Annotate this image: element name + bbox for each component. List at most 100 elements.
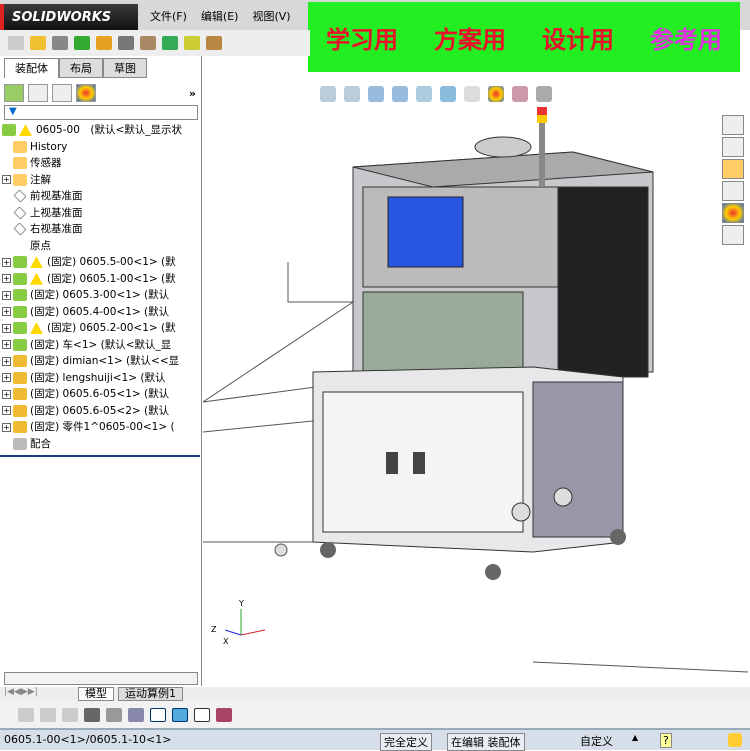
paperclip-icon[interactable] xyxy=(52,36,68,50)
tree-item[interactable]: + (固定) 零件1^0605-00<1> ( xyxy=(2,419,200,436)
expand-icon[interactable]: + xyxy=(2,356,11,366)
filter-field[interactable]: ▼ xyxy=(4,105,198,120)
tree-item[interactable]: 右视基准面 xyxy=(2,221,200,238)
view-settings-icon[interactable] xyxy=(536,86,552,102)
tree-item[interactable]: + (固定) 0605.2-00<1> (默 xyxy=(2,320,200,337)
explode-icon[interactable] xyxy=(184,36,200,50)
design-library-icon[interactable] xyxy=(722,137,744,157)
mate-icon[interactable] xyxy=(118,36,134,50)
graphics-area[interactable]: Y X Z xyxy=(202,72,749,686)
expand-icon[interactable]: + xyxy=(2,340,11,350)
property-manager-icon[interactable] xyxy=(28,84,48,102)
sensor-icon xyxy=(13,157,27,170)
tree-item[interactable]: + (固定) 0605.5-00<1> (默 xyxy=(2,254,200,271)
zoom-area-icon[interactable] xyxy=(344,86,360,102)
cube-icon[interactable] xyxy=(172,707,188,722)
tab-layout[interactable]: 布局 xyxy=(59,58,103,78)
tab-model[interactable]: 模型 xyxy=(78,687,114,701)
banner-text-3: 设计用 xyxy=(542,25,614,54)
tree-item[interactable]: 上视基准面 xyxy=(2,205,200,222)
edit-icon[interactable] xyxy=(18,707,34,722)
tab-sketch[interactable]: 草图 xyxy=(103,58,147,78)
tree-item[interactable]: + (固定) 0605.6-05<2> (默认 xyxy=(2,403,200,420)
menu-view[interactable]: 视图(V) xyxy=(252,8,290,24)
units-selector[interactable]: 自定义 xyxy=(580,733,613,749)
tab-motion-study[interactable]: 运动算例1 xyxy=(118,687,183,701)
help-button[interactable]: ? xyxy=(660,733,672,748)
tree-item-label: 右视基准面 xyxy=(30,223,83,235)
menu-file[interactable]: 文件(F) xyxy=(150,8,187,24)
list-icon[interactable] xyxy=(84,707,100,722)
display-manager-icon[interactable] xyxy=(76,84,96,102)
expand-icon[interactable]: + xyxy=(2,307,11,317)
grid-icon[interactable] xyxy=(106,707,122,722)
expand-icon[interactable]: + xyxy=(2,373,11,383)
triad-y-label: Y xyxy=(238,599,244,608)
hide-show-icon[interactable] xyxy=(464,86,480,102)
tree-item[interactable]: + (固定) 0605.4-00<1> (默认 xyxy=(2,304,200,321)
mate-icon[interactable] xyxy=(62,707,78,722)
custom-properties-icon[interactable] xyxy=(722,225,744,245)
expand-icon[interactable]: + xyxy=(2,323,11,333)
tree-item[interactable]: + (固定) 0605.6-05<1> (默认 xyxy=(2,386,200,403)
part-icon xyxy=(13,355,27,368)
expand-icon[interactable]: + xyxy=(2,389,11,399)
expand-icon[interactable]: + xyxy=(2,257,11,267)
view-orientation-icon[interactable] xyxy=(416,86,432,102)
pattern-icon[interactable] xyxy=(74,36,90,50)
expand-icon[interactable]: + xyxy=(2,422,11,432)
feature-manager-icon[interactable] xyxy=(4,84,24,102)
tree-item[interactable]: + (固定) 车<1> (默认<默认_显 xyxy=(2,337,200,354)
part-icon[interactable] xyxy=(40,707,56,722)
appearance-icon[interactable] xyxy=(488,86,504,102)
swap-icon[interactable] xyxy=(128,707,144,722)
tree-item[interactable]: History xyxy=(2,139,200,156)
more-chevron-icon[interactable]: » xyxy=(189,87,196,100)
expand-icon[interactable]: + xyxy=(2,274,11,284)
configuration-manager-icon[interactable] xyxy=(52,84,72,102)
gear-icon[interactable] xyxy=(140,36,156,50)
tab-assembly[interactable]: 装配体 xyxy=(4,58,59,78)
axes-icon[interactable] xyxy=(150,707,166,722)
insert-component-icon[interactable] xyxy=(96,36,112,50)
menu-edit[interactable]: 编辑(E) xyxy=(201,8,239,24)
tree-item[interactable]: 前视基准面 xyxy=(2,188,200,205)
tree-item[interactable]: + (固定) 0605.1-00<1> (默 xyxy=(2,271,200,288)
display-style-icon[interactable] xyxy=(440,86,456,102)
tree-item[interactable]: + 注解 xyxy=(2,172,200,189)
previous-view-icon[interactable] xyxy=(368,86,384,102)
zoom-to-fit-icon[interactable] xyxy=(320,86,336,102)
part-icon xyxy=(13,371,27,384)
tree-item[interactable]: + (固定) lengshuiji<1> (默认 xyxy=(2,370,200,387)
horizontal-scrollbar[interactable] xyxy=(4,672,198,685)
tree-item[interactable]: 传感器 xyxy=(2,155,200,172)
status-editing: 在编辑 装配体 xyxy=(447,733,525,751)
units-arrow-icon[interactable]: ▲ xyxy=(632,733,638,742)
settings-icon[interactable] xyxy=(206,36,222,50)
expand-icon[interactable]: + xyxy=(2,175,11,185)
warning-icon xyxy=(30,256,43,269)
new-icon[interactable] xyxy=(8,36,24,50)
section-view-icon[interactable] xyxy=(392,86,408,102)
file-explorer-icon[interactable] xyxy=(722,159,744,179)
tree-item[interactable]: 原点 xyxy=(2,238,200,255)
resources-icon[interactable] xyxy=(722,115,744,135)
filter-icon[interactable]: ▼ xyxy=(9,106,17,117)
tab-nav-arrows-icon[interactable]: |◀◀▶▶| xyxy=(4,687,74,701)
expand-icon[interactable]: + xyxy=(2,406,11,416)
tree-item[interactable]: 0605-00 (默认<默认_显示状 xyxy=(2,122,200,139)
appearances-icon[interactable] xyxy=(722,203,744,223)
status-bar: 0605.1-00<1>/0605.1-10<1> 完全定义 在编辑 装配体 自… xyxy=(0,728,750,751)
view-palette-icon[interactable] xyxy=(722,181,744,201)
watermark-banner: 学习用 方案用 设计用 参考用 xyxy=(308,2,740,72)
scene-icon[interactable] xyxy=(512,86,528,102)
move-component-icon[interactable] xyxy=(162,36,178,50)
expand-icon[interactable]: + xyxy=(2,290,11,300)
open-icon[interactable] xyxy=(30,36,46,50)
tag-icon[interactable] xyxy=(728,733,742,747)
tree-item[interactable]: + (固定) dimian<1> (默认<<显 xyxy=(2,353,200,370)
tree-item[interactable]: + (固定) 0605.3-00<1> (默认 xyxy=(2,287,200,304)
table-icon[interactable] xyxy=(194,707,210,722)
tree-item[interactable]: 配合 xyxy=(2,436,200,453)
render-icon[interactable] xyxy=(216,707,232,722)
